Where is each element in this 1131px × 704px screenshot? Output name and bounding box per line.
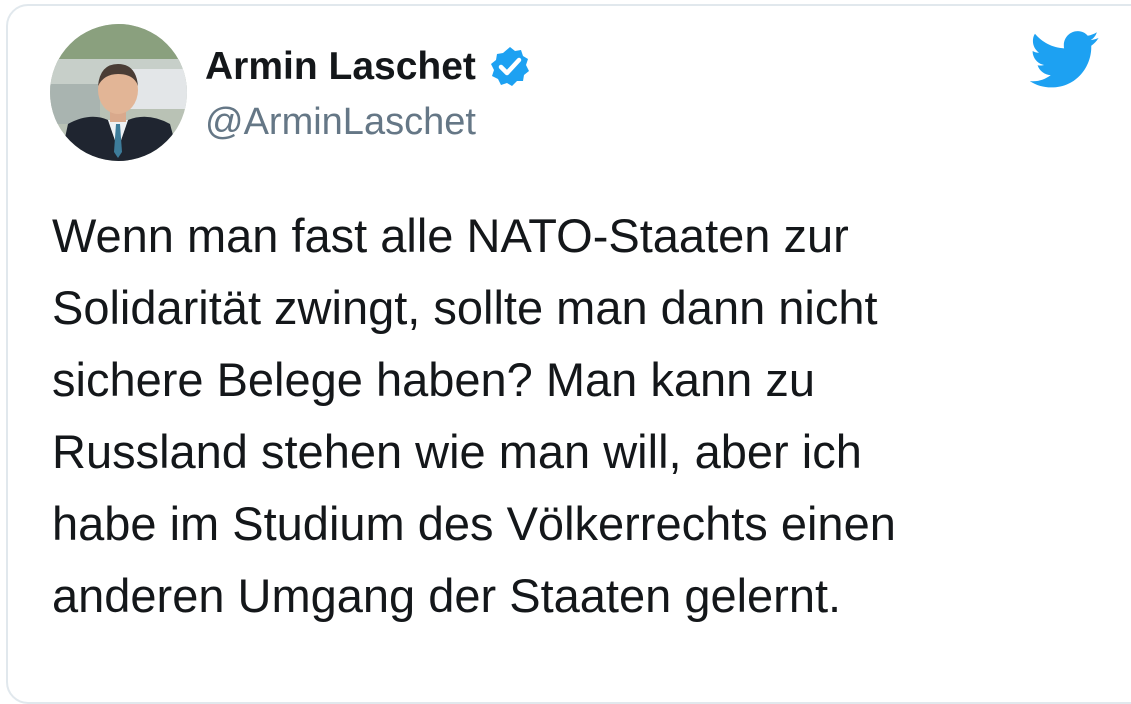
avatar-photo	[50, 24, 187, 161]
twitter-bird-icon[interactable]	[1029, 30, 1100, 90]
tweet-text: Wenn man fast alle NATO-Staaten zur Soli…	[52, 209, 896, 622]
user-handle[interactable]: @ArminLaschet	[205, 100, 476, 144]
display-name[interactable]: Armin Laschet	[205, 45, 532, 89]
avatar[interactable]	[50, 24, 187, 161]
display-name-text[interactable]: Armin Laschet	[205, 45, 476, 89]
verified-badge-icon	[488, 45, 532, 89]
